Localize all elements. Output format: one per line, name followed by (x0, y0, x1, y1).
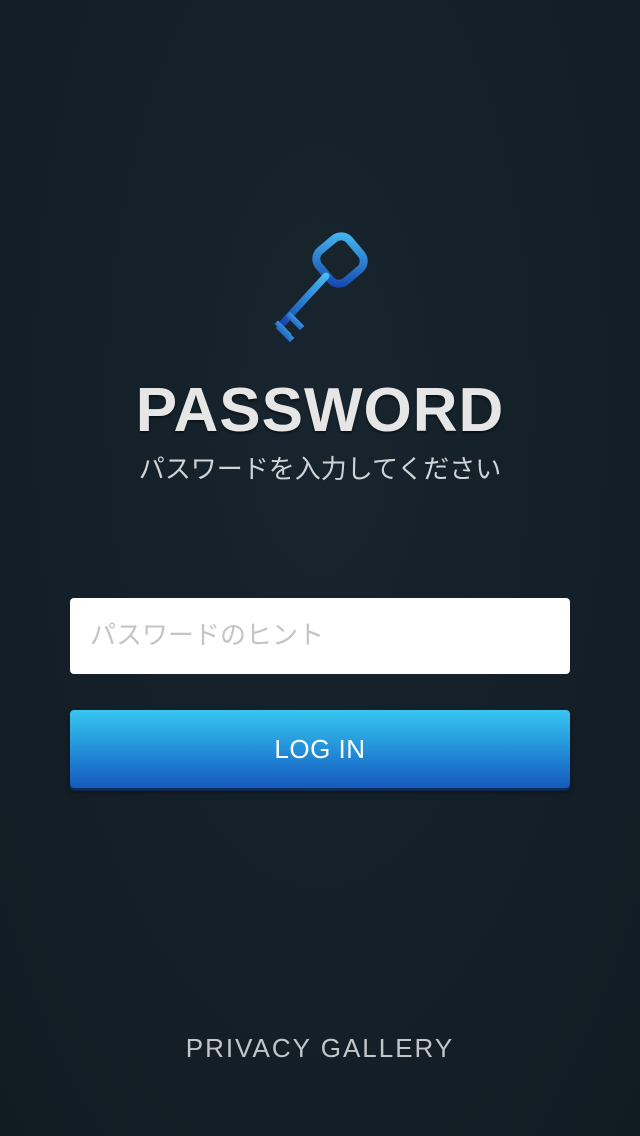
login-button[interactable]: LOG IN (70, 710, 570, 788)
key-icon (268, 232, 372, 344)
page-subtitle: パスワードを入力してください (138, 455, 502, 485)
login-screen: PASSWORD パスワードを入力してください LOG IN PRIVACY G… (0, 0, 640, 1136)
page-title: PASSWORD (135, 376, 505, 445)
footer-brand: PRIVACY GALLERY (185, 1033, 455, 1063)
password-input[interactable] (70, 598, 570, 674)
